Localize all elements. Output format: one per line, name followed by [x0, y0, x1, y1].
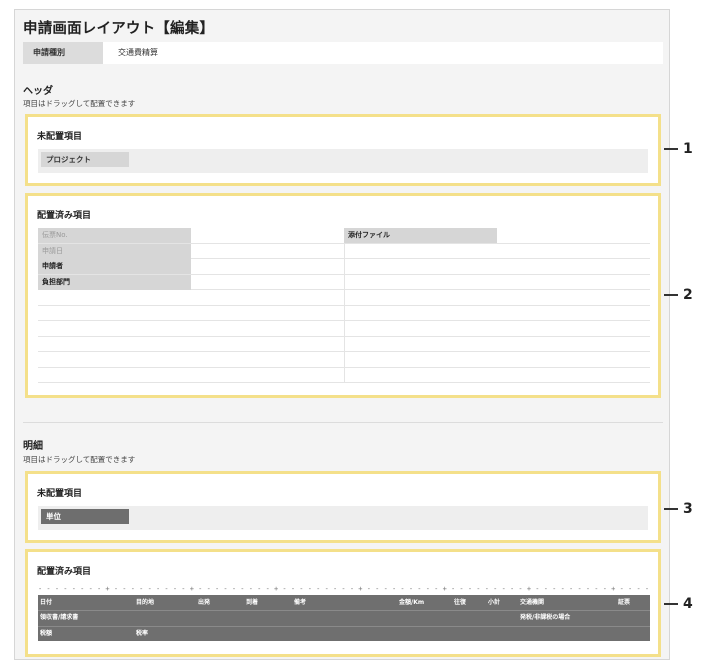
grid-slot[interactable]: [344, 275, 650, 290]
placed-detail-field[interactable]: 金額/Km: [399, 596, 424, 610]
header-section-heading: ヘッダ: [23, 86, 53, 97]
grid-slot[interactable]: [38, 306, 344, 321]
callout-dash: [664, 603, 678, 605]
application-type-label: 申請種別: [23, 42, 103, 64]
callout-marker-2: 2: [664, 285, 705, 305]
placed-detail-field[interactable]: 往復: [454, 596, 466, 610]
grid-slot[interactable]: [38, 321, 344, 337]
placed-detail-field[interactable]: 発税/非課税の場合: [520, 611, 570, 625]
grid-slot[interactable]: [344, 290, 650, 306]
placed-header-field[interactable]: 伝票No.: [38, 228, 191, 243]
callout-number: 1: [683, 141, 693, 157]
detail-placed-title: 配置済み項目: [37, 567, 92, 577]
placed-detail-field[interactable]: 税額: [40, 627, 52, 641]
detail-row-divider: [38, 610, 650, 612]
layout-editor-page: 申請画面レイアウト【編集】 申請種別 交通費精算 ヘッダ 項目はドラッグして配置…: [14, 9, 670, 660]
grid-slot[interactable]: [344, 306, 650, 321]
callout-marker-3: 3: [664, 499, 705, 519]
header-placed-grid: 伝票No. 申請日 申請者 負担部門 添付ファイル: [38, 228, 650, 384]
section-divider: [23, 422, 663, 423]
page-title: 申請画面レイアウト【編集】: [23, 21, 215, 37]
grid-slot[interactable]: [38, 337, 344, 352]
detail-unplaced-box: 未配置項目 単位: [25, 471, 661, 543]
placed-detail-field[interactable]: 交通機関: [520, 596, 544, 610]
placed-detail-field[interactable]: 小計: [488, 596, 500, 610]
placed-detail-field[interactable]: 日付: [40, 596, 52, 610]
application-type-row: 申請種別 交通費精算: [23, 42, 663, 64]
detail-column-ruler[interactable]: - - - - - - - - + - - - - - - - - - + - …: [38, 584, 650, 594]
grid-slot[interactable]: [38, 290, 344, 306]
grid-slot[interactable]: [344, 259, 650, 275]
placed-detail-field[interactable]: 備考: [294, 596, 306, 610]
callout-dash: [664, 294, 678, 296]
application-type-value[interactable]: 交通費精算: [118, 42, 158, 64]
detail-placed-box: 配置済み項目 - - - - - - - - + - - - - - - - -…: [25, 549, 661, 657]
detail-row-divider: [38, 625, 650, 627]
placed-header-field[interactable]: 申請者: [38, 259, 191, 274]
grid-slot[interactable]: [344, 352, 650, 368]
grid-slot[interactable]: [344, 244, 650, 259]
grid-slot[interactable]: [38, 352, 344, 368]
header-section-description: 項目はドラッグして配置できます: [23, 99, 136, 108]
callout-number: 3: [683, 501, 693, 517]
grid-slot[interactable]: [344, 337, 650, 352]
placed-detail-field[interactable]: 税率: [136, 627, 148, 641]
callout-dash: [664, 508, 678, 510]
placed-detail-field[interactable]: 到着: [246, 596, 258, 610]
callout-marker-1: 1: [664, 139, 705, 159]
placed-detail-field[interactable]: 出発: [198, 596, 210, 610]
placed-header-field[interactable]: 添付ファイル: [344, 228, 497, 243]
callout-marker-4: 4: [664, 594, 705, 614]
unplaced-item-unit[interactable]: 単位: [41, 509, 129, 524]
callout-dash: [664, 148, 678, 150]
grid-slot[interactable]: [344, 368, 650, 383]
callout-number: 2: [683, 287, 693, 303]
detail-unplaced-title: 未配置項目: [37, 489, 83, 499]
placed-header-field[interactable]: 申請日: [38, 243, 191, 259]
header-unplaced-title: 未配置項目: [37, 132, 83, 142]
placed-detail-field[interactable]: 目的地: [136, 596, 154, 610]
placed-detail-field[interactable]: 領収書/請求書: [40, 611, 78, 625]
grid-slot[interactable]: [38, 368, 344, 383]
header-placed-title: 配置済み項目: [37, 211, 92, 221]
placed-detail-field[interactable]: 証票: [618, 596, 630, 610]
header-unplaced-pool: プロジェクト: [38, 149, 648, 173]
placed-header-field[interactable]: 負担部門: [38, 274, 191, 290]
grid-slot[interactable]: [344, 321, 650, 337]
detail-unplaced-pool: 単位: [38, 506, 648, 530]
callout-number: 4: [683, 596, 693, 612]
detail-section-description: 項目はドラッグして配置できます: [23, 455, 136, 464]
header-unplaced-box: 未配置項目 プロジェクト: [25, 114, 661, 186]
detail-placed-table: 日付 目的地 出発 到着 備考 金額/Km 往復 小計 交通機関 証票領収書/請求書 発税/非課税の…: [38, 595, 650, 641]
header-placed-box: 配置済み項目 伝票No. 申請日 申請者 負担部門 添付ファイル: [25, 193, 661, 398]
unplaced-item-project[interactable]: プロジェクト: [41, 152, 129, 167]
detail-section-heading: 明細: [23, 441, 43, 452]
